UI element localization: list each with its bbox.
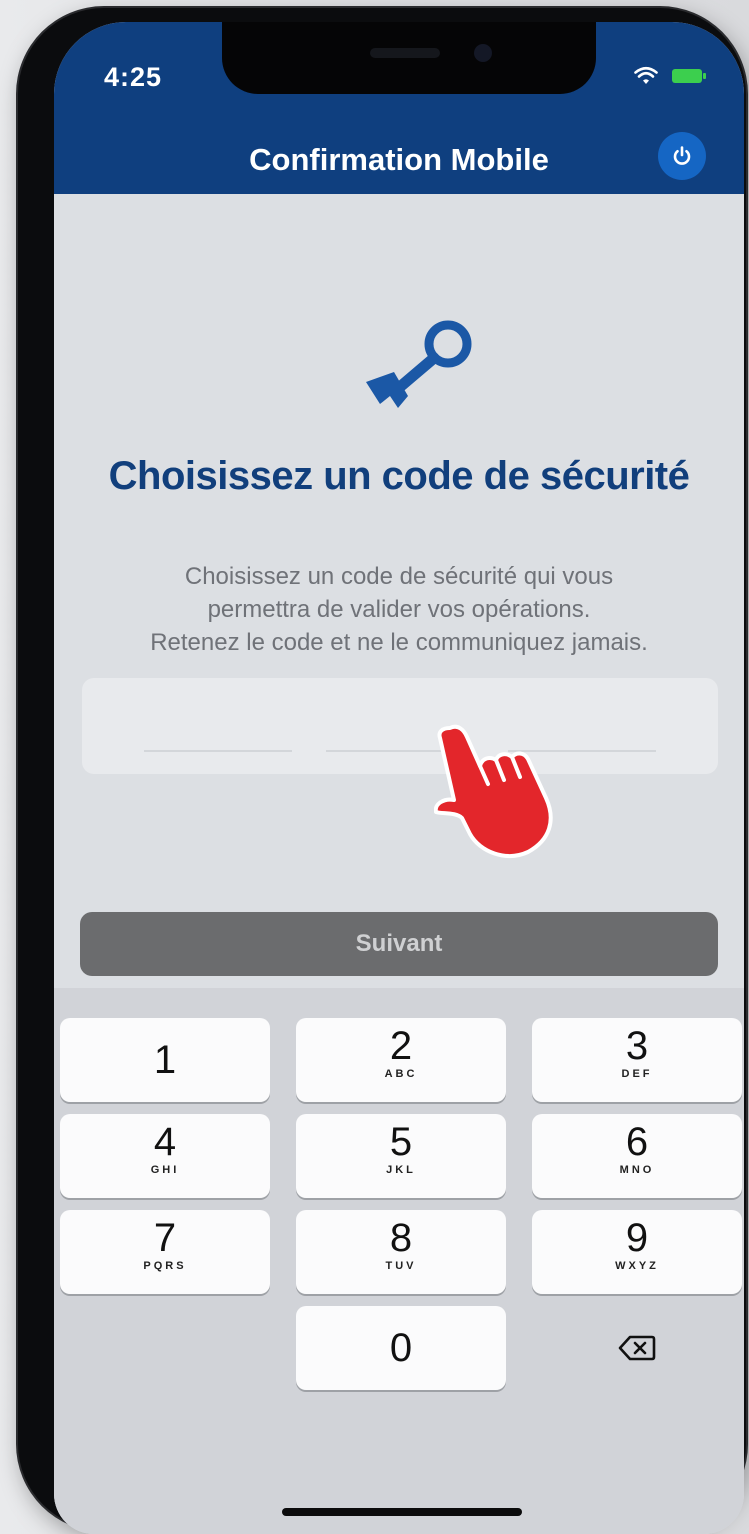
key-letters: GHI [150,1164,180,1176]
key-letters: ABC [384,1068,418,1080]
description: Choisissez un code de sécurité qui vous … [94,560,704,659]
key-digit: 2 [389,1024,413,1068]
keypad-key-2[interactable]: 2 ABC [296,1018,506,1102]
power-button[interactable] [658,132,706,180]
backspace-key[interactable] [532,1306,742,1390]
key-letters: DEF [621,1068,653,1080]
header-title: Confirmation Mobile [249,142,549,177]
description-line: Choisissez un code de sécurité qui vous [184,563,614,590]
key-digit: 0 [389,1326,413,1370]
description-line: Retenez le code et ne le communiquez jam… [150,629,648,656]
notch [222,22,596,94]
keypad-key-7[interactable]: 7 PQRS [60,1210,270,1294]
speaker [370,48,440,58]
key-digit: 9 [625,1216,649,1260]
keypad-key-6[interactable]: 6 MNO [532,1114,742,1198]
keypad-key-9[interactable]: 9 WXYZ [532,1210,742,1294]
phone-frame: 4:25 Confirmation Mobile Choisissez un c… [18,8,746,1534]
status-time: 4:25 [104,62,163,92]
key-digit: 6 [625,1120,649,1164]
key-letters: WXYZ [615,1260,659,1272]
wifi-icon [634,66,658,84]
next-button[interactable]: Suivant [80,912,718,976]
keypad-key-0[interactable]: 0 [296,1306,506,1390]
front-camera [474,44,492,62]
page-title: Choisissez un code de sécurité [108,454,690,498]
backspace-icon [618,1335,656,1361]
keypad-key-5[interactable]: 5 JKL [296,1114,506,1198]
keypad-key-1[interactable]: 1 [60,1018,270,1102]
app-header: 4:25 Confirmation Mobile [54,22,744,194]
pointer-hand-icon [434,724,553,858]
security-code-input[interactable] [82,678,718,774]
key-digit: 8 [389,1216,413,1260]
app-screen: 4:25 Confirmation Mobile Choisissez un c… [54,22,744,1534]
code-digit-slot [144,750,292,752]
battery-icon [672,69,706,83]
key-digit: 7 [153,1216,177,1260]
keypad-key-4[interactable]: 4 GHI [60,1114,270,1198]
key-icon [366,320,472,408]
home-indicator [282,1508,522,1516]
key-digit: 3 [625,1024,649,1068]
power-icon [673,146,691,165]
key-digit: 4 [153,1120,177,1164]
keypad-key-8[interactable]: 8 TUV [296,1210,506,1294]
key-letters: TUV [385,1260,417,1272]
key-letters: PQRS [143,1260,187,1272]
key-letters: JKL [386,1164,416,1176]
key-digit: 5 [389,1120,413,1164]
keypad-key-3[interactable]: 3 DEF [532,1018,742,1102]
numeric-keypad: 1 2 ABC 3 DEF 4 GHI 5 JKL 6 MNO 7 PQRS 8… [54,988,744,1534]
next-button-label: Suivant [355,930,443,957]
key-digit: 1 [153,1038,177,1082]
key-letters: MNO [619,1164,655,1176]
status-icons [634,66,726,86]
description-line: permettra de valider vos opérations. [207,596,591,623]
